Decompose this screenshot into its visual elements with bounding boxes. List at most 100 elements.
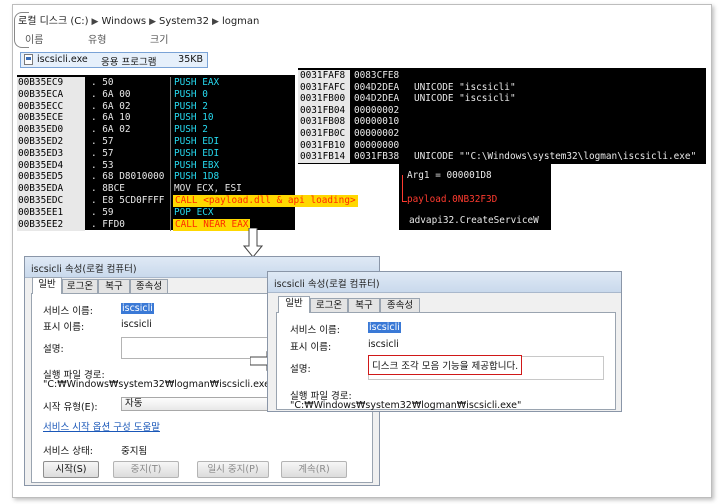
stack-row[interactable]: 0031FAF8 0083CFE8 — [298, 70, 706, 82]
disasm-row[interactable]: 00B35ED0 . 6A 02 PUSH 2 — [17, 124, 295, 137]
tab-dependencies[interactable]: 종속성 — [380, 298, 420, 312]
disasm-row[interactable]: 00B35ECE . 6A 10 PUSH 10 — [17, 112, 295, 125]
disasm-row[interactable]: 00B35EC9 . 50 PUSH EAX — [17, 77, 295, 89]
breadcrumb-item-windows[interactable]: Windows — [101, 16, 146, 27]
disasm-column-separator — [170, 218, 171, 231]
file-type: 응용 프로그램 — [101, 57, 157, 68]
disasm-row[interactable]: 00B35ECA . 6A 00 PUSH 0 — [17, 88, 295, 101]
column-header-size[interactable]: 크기 — [150, 31, 168, 46]
api-text: advapi32.CreateServiceW — [409, 215, 539, 226]
disasm-column-separator — [170, 159, 171, 172]
disasm-bytes: . 6A 02 — [91, 124, 131, 136]
arg1-text: Arg1 = 000001D8 — [407, 170, 492, 181]
dialog-title: iscsicli 속성(로컬 컴퓨터) — [274, 279, 380, 290]
disasm-row[interactable]: 00B35EDA . 8BCE MOV ECX, ESI — [17, 183, 295, 196]
startup-help-link[interactable]: 서비스 시작 옵션 구성 도움말 — [43, 419, 160, 433]
pause-button[interactable]: 일시 중지(P) — [197, 461, 269, 478]
stop-button[interactable]: 중지(T) — [113, 461, 179, 478]
stack-value: 00000000 — [354, 139, 400, 151]
breadcrumb-separator-icon: ▶ — [212, 17, 219, 27]
breadcrumb-item-logman[interactable]: logman — [222, 16, 259, 27]
tab-recovery[interactable]: 복구 — [348, 298, 380, 312]
disasm-column-separator — [170, 77, 171, 89]
disasm-bytes: . 53 — [91, 159, 114, 171]
stack-value: 0083CFE8 — [354, 70, 400, 81]
disasm-instruction: MOV ECX, ESI — [174, 183, 242, 195]
tab-dependencies[interactable]: 종속성 — [130, 279, 168, 293]
disasm-address: 00B35ED2 — [17, 136, 85, 148]
disasm-address: 00B35EE2 — [17, 218, 85, 231]
disasm-instruction: PUSH 0 — [174, 88, 208, 100]
description-value-highlight[interactable]: 디스크 조각 모음 기능을 제공합니다. — [368, 355, 523, 375]
stack-row[interactable]: 0031FB00 004D2DEA UNICODE "iscsicli" — [298, 93, 706, 106]
down-arrow-icon — [243, 228, 263, 258]
display-name-value: iscsicli — [121, 319, 152, 330]
column-header-type[interactable]: 유형 — [88, 31, 106, 46]
tab-logon[interactable]: 로그온 — [62, 279, 98, 293]
file-row-iscsicli[interactable]: iscsicli.exe 응용 프로그램 35KB — [20, 52, 208, 68]
stack-value: 00000002 — [354, 128, 400, 139]
stack-value: 0031FB38 — [354, 151, 400, 163]
service-status-label: 서비스 상태: — [43, 446, 93, 457]
disasm-row[interactable]: 00B35ECC . 6A 02 PUSH 2 — [17, 100, 295, 113]
column-header-name[interactable]: 이름 — [25, 31, 43, 46]
disasm-instruction: POP ECX — [174, 206, 214, 218]
stack-address: 0031FAFC — [298, 81, 350, 94]
breadcrumb-item-drive[interactable]: 로컬 디스크 (C:) — [18, 12, 89, 27]
disasm-row[interactable]: 00B35ED2 . 57 PUSH EDI — [17, 136, 295, 148]
disasm-row[interactable]: 00B35ED5 . 68 D8010000 PUSH 1D8 — [17, 171, 295, 184]
stack-row[interactable]: 0031FB10 00000000 — [298, 139, 706, 152]
disasm-address: 00B35ECC — [17, 100, 85, 113]
stack-row[interactable]: 0031FB08 00000010 — [298, 116, 706, 129]
exe-path-value: "C:₩Windows₩system32₩logman₩iscsicli.exe… — [290, 400, 522, 411]
disasm-bytes: . 8BCE — [91, 183, 125, 195]
disasm-instruction: PUSH EDI — [174, 136, 220, 147]
tab-logon[interactable]: 로그온 — [310, 298, 348, 312]
tab-general[interactable]: 일반 — [32, 277, 62, 294]
disasm-bytes: . E8 5CD0FFFF — [91, 195, 165, 206]
resume-button[interactable]: 계속(R) — [281, 461, 347, 478]
tab-recovery[interactable]: 복구 — [98, 279, 130, 293]
stack-row[interactable]: 0031FB04 00000002 — [298, 104, 706, 117]
stack-comment: UNICODE "iscsicli" — [414, 93, 516, 105]
disasm-instruction: PUSH EBX — [174, 159, 220, 171]
disasm-column-separator — [170, 88, 171, 101]
start-button[interactable]: 시작(S) — [43, 461, 99, 478]
disasm-address: 00B35EDC — [17, 195, 85, 207]
stack-address: 0031FB14 — [298, 151, 350, 164]
disasm-address: 00B35ECA — [17, 88, 85, 101]
display-name-value: iscsicli — [368, 339, 399, 350]
stack-address: 0031FB08 — [298, 116, 350, 129]
stack-address: 0031FB04 — [298, 104, 350, 117]
disasm-bytes: . 6A 10 — [91, 112, 131, 124]
disasm-column-separator — [170, 206, 171, 219]
disasm-instruction: CALL <payload.dll & api loading> — [173, 195, 358, 207]
disasm-bytes: . 68 D8010000 — [91, 171, 165, 183]
disasm-bytes: . 6A 00 — [91, 88, 131, 100]
dialog-titlebar[interactable]: iscsicli 속성(로컬 컴퓨터) — [268, 272, 621, 293]
stack-row[interactable]: 0031FB0C 00000002 — [298, 128, 706, 140]
disasm-row[interactable]: 00B35ED4 . 53 PUSH EBX — [17, 159, 295, 172]
file-size: 35KB — [178, 54, 203, 65]
description-label: 설명: — [43, 344, 64, 355]
disasm-column-separator — [170, 136, 171, 148]
stack-address: 0031FB0C — [298, 128, 350, 140]
disasm-row[interactable]: 00B35EE1 . 59 POP ECX — [17, 206, 295, 219]
breadcrumb: 로컬 디스크 (C:) ▶ Windows ▶ System32 ▶ logman — [18, 12, 259, 27]
service-name-value[interactable]: iscsicli — [368, 322, 401, 333]
disasm-instruction: PUSH 10 — [174, 112, 214, 124]
disasm-row[interactable]: 00B35ED3 . 57 PUSH EDI — [17, 147, 295, 160]
disasm-address: 00B35ECE — [17, 112, 85, 125]
disasm-instruction: CALL NEAR EAX — [173, 218, 251, 231]
service-properties-dialog-front: iscsicli 속성(로컬 컴퓨터) 일반 로그온 복구 종속성 서비스 이름… — [267, 271, 622, 412]
disasm-address: 00B35ED4 — [17, 159, 85, 172]
disasm-row[interactable]: 00B35EDC . E8 5CD0FFFF CALL <payload.dll &… — [17, 195, 358, 207]
stack-row[interactable]: 0031FB14 0031FB38 UNICODE ""C:\Windows\sys… — [298, 151, 706, 164]
breadcrumb-item-system32[interactable]: System32 — [159, 16, 209, 27]
disasm-instruction: PUSH 1D8 — [174, 171, 220, 183]
stack-row[interactable]: 0031FAFC 004D2DEA UNICODE "iscsicli" — [298, 81, 706, 94]
disasm-bytes: . FFD0 — [91, 218, 125, 230]
service-name-value[interactable]: iscsicli — [121, 303, 154, 314]
tab-general[interactable]: 일반 — [278, 296, 310, 313]
stack-comment: UNICODE ""C:\Windows\system32\logman\isc… — [414, 151, 697, 163]
